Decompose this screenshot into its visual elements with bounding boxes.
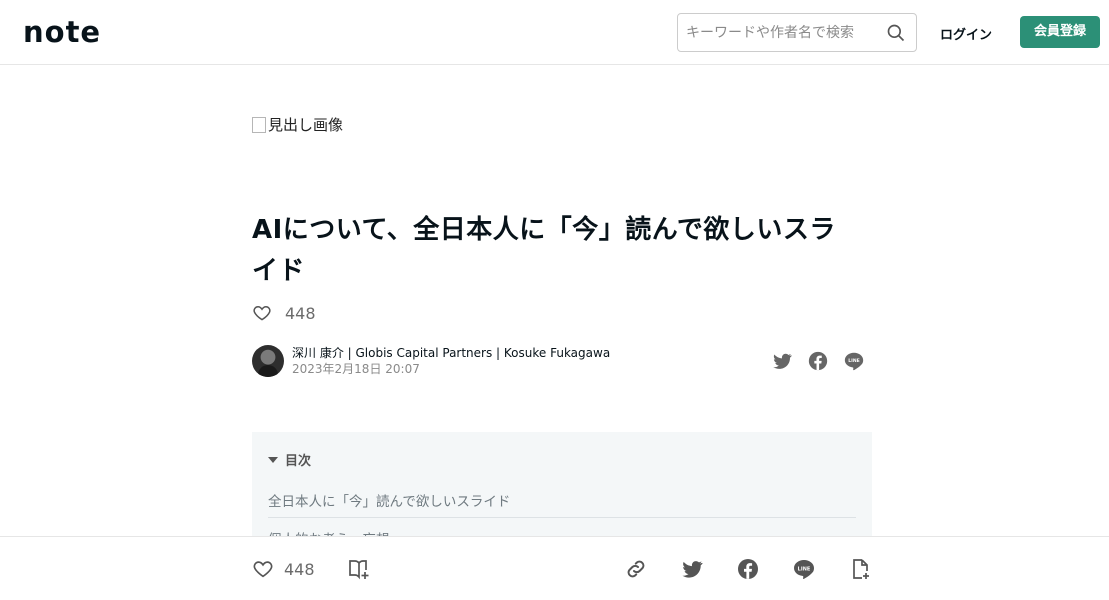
bottom-like[interactable]: 448: [252, 558, 315, 580]
author-name[interactable]: 深川 康介 | Globis Capital Partners | Kosuke…: [292, 345, 610, 361]
hero-image: 見出し画像: [252, 114, 343, 135]
author-block: 深川 康介 | Globis Capital Partners | Kosuke…: [252, 345, 610, 377]
toc-divider: [268, 517, 856, 518]
search-box[interactable]: [677, 13, 917, 52]
magazine-add-icon[interactable]: [347, 557, 371, 581]
facebook-icon[interactable]: [807, 350, 829, 372]
broken-image-icon: [252, 116, 266, 133]
signup-button[interactable]: 会員登録: [1020, 16, 1100, 48]
share-buttons: LINE: [771, 350, 865, 372]
like-row: 448: [252, 303, 316, 323]
bottom-action-bar: 448 LINE: [0, 536, 1109, 600]
twitter-icon[interactable]: [771, 350, 793, 372]
bottom-share-buttons: LINE: [624, 557, 872, 581]
toc-toggle[interactable]: 目次: [268, 450, 311, 469]
toc-item[interactable]: 全日本人に「今」読んで欲しいスライド: [268, 490, 510, 510]
search-icon[interactable]: [886, 23, 906, 43]
heart-icon[interactable]: [252, 558, 274, 580]
search-input[interactable]: [686, 22, 881, 44]
link-icon[interactable]: [624, 557, 648, 581]
hero-image-alt: 見出し画像: [268, 116, 344, 134]
article-title: AIについて、全日本人に「今」読んで欲しいスライド: [252, 215, 836, 286]
heart-icon[interactable]: [252, 303, 272, 323]
like-count: 448: [285, 303, 316, 323]
svg-text:LINE: LINE: [798, 566, 811, 572]
bottom-like-count: 448: [284, 559, 315, 579]
site-header: note ログイン 会員登録: [0, 0, 1109, 65]
twitter-icon[interactable]: [680, 557, 704, 581]
triangle-down-icon: [268, 456, 278, 463]
note-logo[interactable]: note: [23, 17, 101, 47]
publish-date: 2023年2月18日 20:07: [292, 362, 420, 376]
avatar[interactable]: [252, 345, 284, 377]
svg-text:LINE: LINE: [848, 358, 860, 364]
line-icon[interactable]: LINE: [792, 557, 816, 581]
login-link[interactable]: ログイン: [940, 24, 992, 43]
toc-heading: 目次: [285, 454, 312, 469]
facebook-icon[interactable]: [736, 557, 760, 581]
note-add-icon[interactable]: [848, 557, 872, 581]
line-icon[interactable]: LINE: [843, 350, 865, 372]
